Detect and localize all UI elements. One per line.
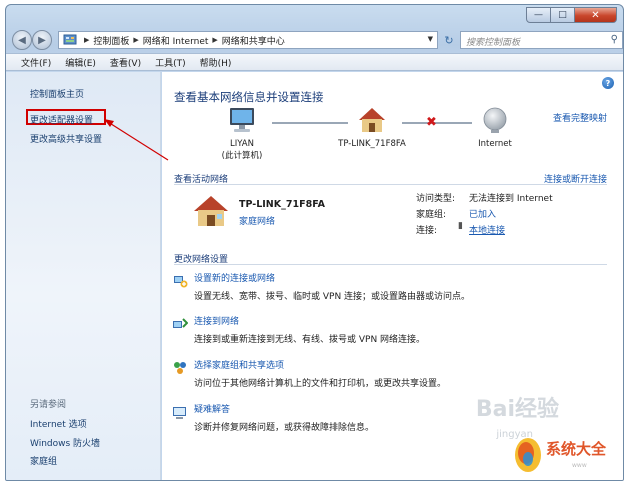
site-logo-url: www: [572, 462, 587, 469]
site-logo-icon: [515, 438, 541, 472]
annotation-arrow: [104, 119, 169, 161]
site-logo-text: 系统大全: [546, 440, 607, 458]
